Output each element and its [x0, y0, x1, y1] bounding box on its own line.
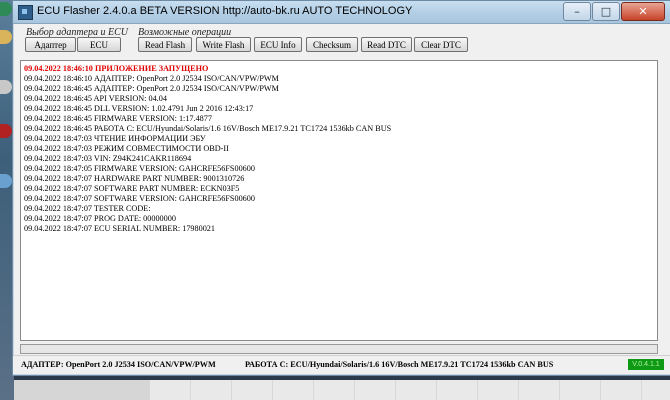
adapter-button[interactable]: Адаптер — [25, 37, 76, 52]
clear-dtc-button[interactable]: Clear DTC — [414, 37, 468, 52]
minimize-button[interactable]: – — [563, 2, 591, 21]
log-line: 09.04.2022 18:47:03 ЧТЕНИЕ ИНФОРМАЦИИ ЭБ… — [24, 134, 206, 143]
log-line: 09.04.2022 18:47:03 РЕЖИМ СОВМЕСТИМОСТИ … — [24, 144, 229, 153]
log-line: 09.04.2022 18:47:05 FIRMWARE VERSION: GA… — [24, 164, 255, 173]
log-output[interactable]: 09.04.2022 18:46:10 ПРИЛОЖЕНИЕ ЗАПУЩЕНО 0… — [20, 60, 658, 341]
write-flash-button[interactable]: Write Flash — [196, 37, 251, 52]
log-line: 09.04.2022 18:46:45 DLL VERSION: 1.02.47… — [24, 104, 254, 113]
log-line: 09.04.2022 18:46:10 АДАПТЕР: OpenPort 2.… — [24, 74, 279, 83]
log-line: 09.04.2022 18:47:07 PROG DATE: 00000000 — [24, 214, 176, 223]
ecu-info-button[interactable]: ECU Info — [254, 37, 302, 52]
status-badge: V.0.4.1.1 — [628, 359, 664, 370]
log-line: 09.04.2022 18:47:07 SOFTWARE PART NUMBER… — [24, 184, 240, 193]
window-title: ECU Flasher 2.4.0.a BETA VERSION http://… — [37, 5, 413, 17]
desktop-shortcut-icon[interactable] — [0, 30, 12, 44]
log-line: 09.04.2022 18:47:07 TESTER CODE: — [24, 204, 151, 213]
log-line: 09.04.2022 18:46:45 РАБОТА С: ECU/Hyunda… — [24, 124, 392, 133]
ecu-button[interactable]: ECU — [77, 37, 121, 52]
progress-bar — [20, 344, 658, 354]
checksum-button[interactable]: Checksum — [306, 37, 358, 52]
status-ecu: РАБОТА С: ECU/Hyundai/Solaris/1.6 16V/Bo… — [245, 360, 554, 369]
log-line: 09.04.2022 18:46:45 API VERSION: 04.04 — [24, 94, 167, 103]
log-line: 09.04.2022 18:47:07 SOFTWARE VERSION: GA… — [24, 194, 255, 203]
close-button[interactable]: ✕ — [621, 2, 665, 21]
background-window — [14, 380, 150, 400]
desktop-shortcut-icon[interactable] — [0, 174, 12, 188]
status-adapter: АДАПТЕР: OpenPort 2.0 J2534 ISO/CAN/VPW/… — [21, 360, 216, 369]
title-bar[interactable]: ECU Flasher 2.4.0.a BETA VERSION http://… — [13, 1, 670, 24]
desktop-shortcut-icon[interactable] — [0, 2, 12, 16]
log-line: 09.04.2022 18:46:45 FIRMWARE VERSION: 1:… — [24, 114, 212, 123]
maximize-button[interactable]: □ — [592, 2, 620, 21]
background-window — [150, 380, 670, 400]
log-line: 09.04.2022 18:47:07 ECU SERIAL NUMBER: 1… — [24, 224, 215, 233]
log-line: 09.04.2022 18:46:10 ПРИЛОЖЕНИЕ ЗАПУЩЕНО — [24, 64, 209, 73]
desktop-shortcut-icon[interactable] — [0, 124, 12, 138]
log-line: 09.04.2022 18:47:07 HARDWARE PART NUMBER… — [24, 174, 245, 183]
status-bar: АДАПТЕР: OpenPort 2.0 J2534 ISO/CAN/VPW/… — [13, 355, 670, 374]
read-flash-button[interactable]: Read Flash — [138, 37, 192, 52]
read-dtc-button[interactable]: Read DTC — [361, 37, 412, 52]
app-icon — [18, 5, 33, 20]
log-line: 09.04.2022 18:46:45 АДАПТЕР: OpenPort 2.… — [24, 84, 279, 93]
desktop-shortcut-icon[interactable] — [0, 80, 12, 94]
ecu-flasher-window: ECU Flasher 2.4.0.a BETA VERSION http://… — [12, 0, 670, 376]
log-line: 09.04.2022 18:47:03 VIN: Z94K241CAKR1186… — [24, 154, 192, 163]
